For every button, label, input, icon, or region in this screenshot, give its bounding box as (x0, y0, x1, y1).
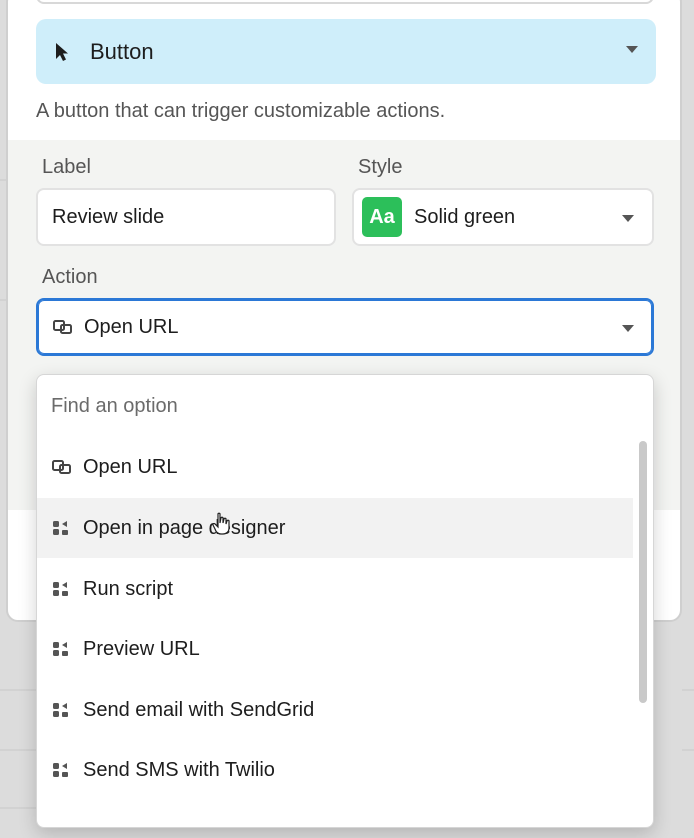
option-preview-url[interactable]: Preview URL (37, 619, 633, 679)
option-label: Preview URL (83, 637, 200, 660)
option-label: Send SMS with Twilio (83, 758, 275, 781)
option-label: Open URL (83, 455, 178, 478)
action-field-label: Action (42, 266, 98, 288)
link-icon (53, 320, 72, 334)
option-open-url[interactable]: Open URL (37, 437, 633, 497)
block-type-select[interactable]: Button (36, 19, 656, 84)
option-send-email-sendgrid[interactable]: Send email with SendGrid (37, 680, 633, 740)
hand-pointer-icon (212, 512, 230, 535)
dropdown-scrollbar[interactable] (639, 441, 647, 703)
label-input[interactable]: Review slide (36, 188, 336, 246)
link-icon (52, 460, 71, 474)
action-options-dropdown: Open URL Open in page designer Run scrip… (36, 374, 654, 828)
option-label: Send email with SendGrid (83, 698, 315, 721)
extension-icon (53, 582, 68, 596)
style-select[interactable]: Aa Solid green (352, 188, 654, 246)
option-send-sms-twilio[interactable]: Send SMS with Twilio (37, 740, 633, 800)
option-label: Open in page designer (83, 516, 286, 539)
block-type-description: A button that can trigger customizable a… (36, 100, 446, 122)
extension-icon (53, 703, 68, 717)
chevron-down-icon (622, 325, 634, 332)
chevron-down-icon (622, 215, 634, 222)
label-input-value: Review slide (52, 205, 165, 228)
extension-icon (53, 642, 68, 656)
style-swatch: Aa (362, 197, 402, 237)
find-option-input[interactable] (51, 395, 611, 418)
extension-icon (53, 521, 68, 535)
label-field-label: Label (42, 156, 91, 178)
action-select[interactable]: Open URL (36, 298, 654, 356)
style-select-value: Solid green (414, 205, 516, 228)
block-type-label: Button (90, 38, 154, 64)
previous-field[interactable] (36, 0, 654, 4)
action-select-value: Open URL (84, 315, 179, 338)
option-open-in-page-designer[interactable]: Open in page designer (37, 498, 633, 558)
style-field-label: Style (358, 156, 403, 178)
chevron-down-icon (626, 46, 638, 53)
cursor-arrow-icon (56, 42, 68, 61)
option-label: Run script (83, 577, 174, 600)
extension-icon (53, 763, 68, 777)
option-run-script[interactable]: Run script (37, 559, 633, 619)
